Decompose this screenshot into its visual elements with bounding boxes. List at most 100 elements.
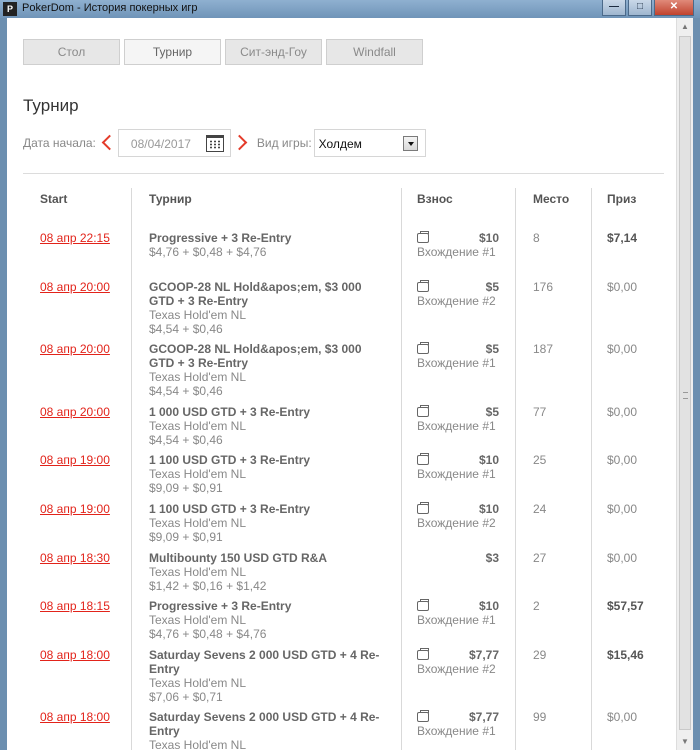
close-button[interactable]: ✕ xyxy=(654,0,694,16)
tournament-name: Saturday Sevens 2 000 USD GTD + 4 Re-Ent… xyxy=(149,648,380,676)
page-title: Турнир xyxy=(23,96,79,115)
place-value: 77 xyxy=(533,405,547,419)
tab-table[interactable]: Стол xyxy=(23,39,120,65)
start-time-link[interactable]: 08 апр 18:00 xyxy=(40,710,110,724)
header-place[interactable]: Место xyxy=(533,192,569,206)
tournament-cell: Saturday Sevens 2 000 USD GTD + 4 Re-Ent… xyxy=(149,648,389,704)
tab-tournament[interactable]: Турнир xyxy=(124,39,221,65)
header-tournament[interactable]: Турнир xyxy=(149,192,192,206)
wallet-icon xyxy=(417,502,429,514)
fee-amount: $5 xyxy=(485,405,499,419)
prize-value: $0,00 xyxy=(607,502,638,516)
buy-in: $4,54 + $0,46 xyxy=(149,322,223,336)
prize-value: $7,14 xyxy=(607,231,638,245)
prize-value: $57,57 xyxy=(607,599,644,613)
header-fee[interactable]: Взнос xyxy=(417,192,453,206)
scrollbar-thumb[interactable] xyxy=(679,36,691,730)
start-time-link[interactable]: 08 апр 20:00 xyxy=(40,405,110,419)
filter-bar: Дата начала: 08/04/2017 Вид игры: Холдем xyxy=(23,129,426,157)
fee-amount: $10 xyxy=(478,599,499,613)
tab-windfall[interactable]: Windfall xyxy=(326,39,423,65)
tab-sit-and-go[interactable]: Сит-энд-Гоу xyxy=(225,39,322,65)
buy-in: $4,76 + $0,48 + $4,76 xyxy=(149,245,267,259)
window-controls: — □ ✕ xyxy=(602,0,694,16)
fee-amount: $7,77 xyxy=(468,710,499,724)
game-type-select[interactable]: Холдем xyxy=(313,129,426,157)
start-date-field[interactable]: 08/04/2017 xyxy=(117,129,231,157)
wallet-icon xyxy=(417,231,429,243)
entry-number: Вхождение #2 xyxy=(417,516,496,530)
wallet-icon xyxy=(417,453,429,465)
tournament-name: Saturday Sevens 2 000 USD GTD + 4 Re-Ent… xyxy=(149,710,380,738)
start-time-link[interactable]: 08 апр 20:00 xyxy=(40,280,110,294)
prize-value: $0,00 xyxy=(607,453,638,467)
game-type: Texas Hold'em NL xyxy=(149,308,246,322)
fee-cell: $5 Вхождение #2 xyxy=(417,280,499,308)
scroll-up-icon[interactable]: ▲ xyxy=(677,18,693,35)
next-date-icon[interactable] xyxy=(231,129,253,157)
app-logo-icon: P xyxy=(3,2,17,16)
column-divider xyxy=(515,188,516,750)
game-type: Texas Hold'em NL xyxy=(149,516,246,530)
fee-cell: $5 Вхождение #1 xyxy=(417,342,499,370)
dropdown-arrow-icon[interactable] xyxy=(402,136,418,151)
game-type: Texas Hold'em NL xyxy=(149,613,246,627)
game-type: Texas Hold'em NL xyxy=(149,419,246,433)
fee-amount: $5 xyxy=(485,342,499,356)
fee-amount: $10 xyxy=(478,502,499,516)
tournament-name: 1 100 USD GTD + 3 Re-Entry xyxy=(149,502,311,516)
start-time-link[interactable]: 08 апр 18:30 xyxy=(40,551,110,565)
vertical-scrollbar[interactable]: ▲ ▼ xyxy=(676,18,693,750)
game-type: Texas Hold'em NL xyxy=(149,467,246,481)
place-value: 25 xyxy=(533,453,547,467)
place-value: 187 xyxy=(533,342,554,356)
tournament-cell: 1 100 USD GTD + 3 Re-Entry Texas Hold'em … xyxy=(149,502,389,544)
wallet-icon xyxy=(417,599,429,611)
tournament-cell: GCOOP-28 NL Hold&apos;em, $3 000 GTD + 3… xyxy=(149,280,389,336)
entry-number: Вхождение #2 xyxy=(417,294,496,308)
start-time-link[interactable]: 08 апр 19:00 xyxy=(40,502,110,516)
buy-in: $4,54 + $0,46 xyxy=(149,384,223,398)
grip-icon xyxy=(683,392,688,399)
maximize-button[interactable]: □ xyxy=(628,0,652,16)
tournament-name: Progressive + 3 Re-Entry xyxy=(149,231,292,245)
start-time-link[interactable]: 08 апр 19:00 xyxy=(40,453,110,467)
scroll-down-icon[interactable]: ▼ xyxy=(677,733,693,750)
game-type-value: Холдем xyxy=(318,137,362,151)
start-time-link[interactable]: 08 апр 22:15 xyxy=(40,231,110,245)
game-type: Texas Hold'em NL xyxy=(149,370,246,384)
buy-in: $1,42 + $0,16 + $1,42 xyxy=(149,579,267,593)
header-prize[interactable]: Приз xyxy=(607,192,636,206)
fee-cell: $10 Вхождение #2 xyxy=(417,502,499,530)
tournament-cell: Multibounty 150 USD GTD R&A Texas Hold'em… xyxy=(149,551,389,593)
entry-number: Вхождение #1 xyxy=(417,356,496,370)
place-value: 8 xyxy=(533,231,540,245)
wallet-icon xyxy=(417,405,429,417)
minimize-button[interactable]: — xyxy=(602,0,626,16)
prize-value: $0,00 xyxy=(607,710,638,724)
tournament-cell: Progressive + 3 Re-Entry Texas Hold'em NL… xyxy=(149,599,389,641)
start-time-link[interactable]: 08 апр 20:00 xyxy=(40,342,110,356)
fee-cell: $3 xyxy=(417,551,499,568)
tournament-cell: Progressive + 3 Re-Entry $4,76 + $0,48 + … xyxy=(149,231,389,259)
wallet-icon xyxy=(417,648,429,660)
start-time-link[interactable]: 08 апр 18:15 xyxy=(40,599,110,613)
place-value: 176 xyxy=(533,280,554,294)
game-type-label: Вид игры: xyxy=(256,136,312,150)
tournament-name: 1 000 USD GTD + 3 Re-Entry xyxy=(149,405,311,419)
place-value: 27 xyxy=(533,551,547,565)
fee-cell: $5 Вхождение #1 xyxy=(417,405,499,433)
entry-number: Вхождение #1 xyxy=(417,724,496,738)
header-start[interactable]: Start xyxy=(40,192,67,206)
place-value: 2 xyxy=(533,599,540,613)
tournament-name: GCOOP-28 NL Hold&apos;em, $3 000 GTD + 3… xyxy=(149,342,362,370)
calendar-icon[interactable] xyxy=(205,135,224,152)
column-divider xyxy=(401,188,402,750)
prev-date-icon[interactable] xyxy=(96,129,118,157)
start-time-link[interactable]: 08 апр 18:00 xyxy=(40,648,110,662)
buy-in: $9,09 + $0,91 xyxy=(149,481,223,495)
fee-amount: $5 xyxy=(485,280,499,294)
buy-in: $4,54 + $0,46 xyxy=(149,433,223,447)
tournament-cell: GCOOP-28 NL Hold&apos;em, $3 000 GTD + 3… xyxy=(149,342,389,398)
fee-amount: $10 xyxy=(478,231,499,245)
